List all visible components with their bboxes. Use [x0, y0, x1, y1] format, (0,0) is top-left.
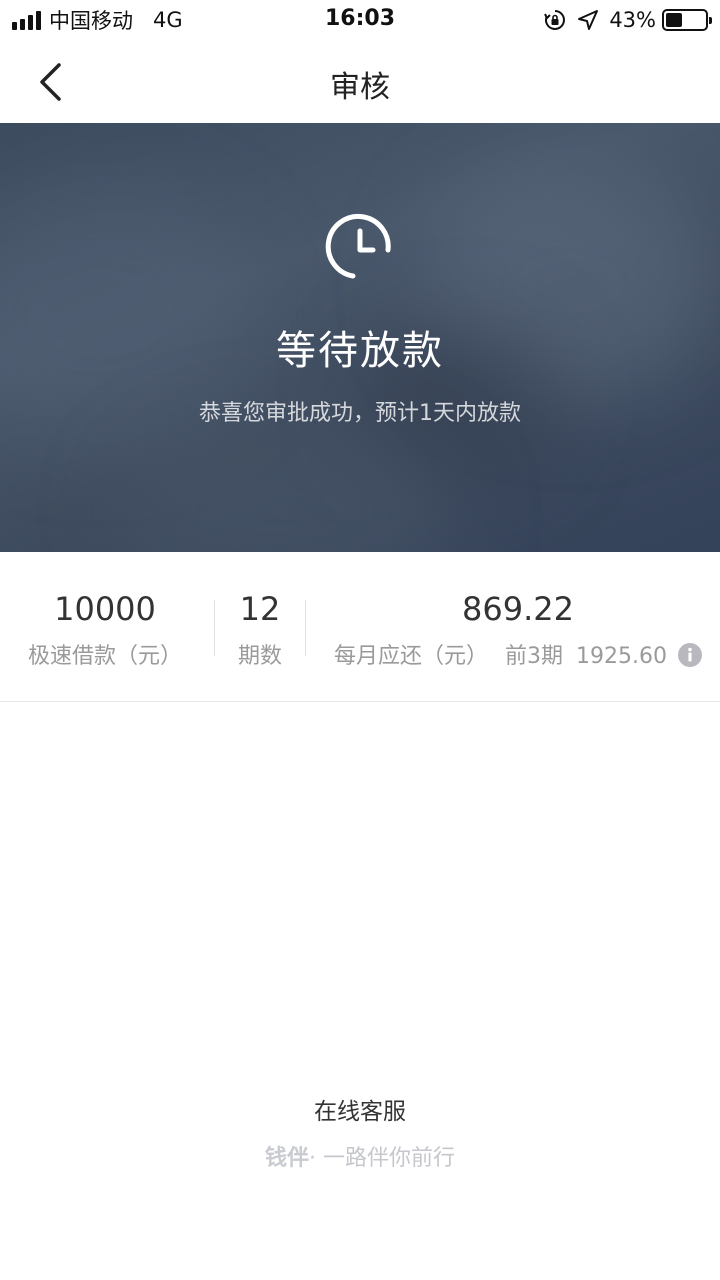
- monthly-payment: 869.22 每月应还（元） 前3期 1925.60: [318, 590, 718, 673]
- loan-info-row: 10000 极速借款（元） 12 期数 869.22 每月应还（元） 前3期 1…: [0, 552, 720, 702]
- brand-logo: 钱伴: [264, 1146, 309, 1171]
- divider: [305, 600, 306, 656]
- status-hero: 等待放款 恭喜您审批成功，预计1天内放款: [0, 123, 720, 552]
- battery-percent: 43%: [609, 8, 656, 32]
- loan-amount: 10000 极速借款（元）: [10, 590, 200, 670]
- first-periods-value: 1925.60: [576, 644, 667, 669]
- battery-icon: [662, 9, 712, 31]
- status-right: 43%: [543, 7, 712, 33]
- nav-bar: 审核: [0, 40, 720, 123]
- rotation-lock-icon: [543, 8, 567, 32]
- first-periods-label: 前3期: [505, 644, 564, 669]
- monthly-payment-value: 869.22: [462, 590, 574, 628]
- loan-term: 12 期数: [220, 590, 300, 670]
- brand-slogan: · 一路伴你前行: [309, 1146, 455, 1171]
- loan-amount-label: 极速借款（元）: [27, 644, 182, 669]
- info-icon[interactable]: [678, 643, 702, 673]
- battery-fill: [666, 13, 683, 27]
- page-title: 审核: [330, 70, 390, 105]
- loan-amount-value: 10000: [54, 590, 156, 628]
- clock-icon: [325, 213, 395, 283]
- divider: [214, 600, 215, 656]
- status-title: 等待放款: [276, 328, 444, 374]
- status-bar: 中国移动 4G 16:03 43%: [0, 0, 720, 40]
- brand-tagline: 钱伴· 一路伴你前行: [0, 1140, 720, 1172]
- monthly-payment-label: 每月应还（元）: [334, 644, 489, 669]
- status-subtitle: 恭喜您审批成功，预计1天内放款: [199, 401, 521, 426]
- online-service-link[interactable]: 在线客服: [0, 1092, 720, 1126]
- monthly-payment-label-row: 每月应还（元） 前3期 1925.60: [318, 638, 718, 673]
- location-arrow-icon: [577, 9, 599, 31]
- loan-term-label: 期数: [237, 644, 282, 669]
- loan-term-value: 12: [239, 590, 281, 628]
